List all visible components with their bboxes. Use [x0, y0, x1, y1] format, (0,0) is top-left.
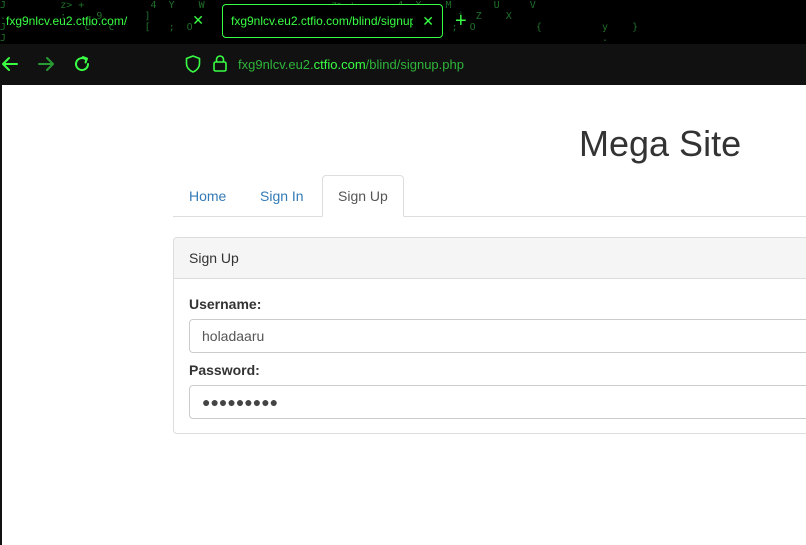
navigation-toolbar: fxg9nlcv.eu2.ctfio.com/blind/signup.php: [0, 44, 806, 85]
tab-title: fxg9nlcv.eu2.ctfio.com/blind/signup: [231, 14, 413, 28]
lock-icon[interactable]: [212, 54, 228, 73]
back-button[interactable]: [0, 54, 20, 74]
tab-signin-link[interactable]: Sign In: [260, 175, 304, 216]
tab-strip: J z> + 4 Y W z> + 4 X M U V . : 9 ] : 9 …: [0, 0, 806, 44]
close-tab-icon[interactable]: ✕: [422, 13, 434, 30]
url-path: /blind/signup.php: [365, 57, 464, 72]
page-content: Mega Site Home Sign In Sign Up Sign Up U…: [0, 85, 806, 545]
tab-signup-link[interactable]: Sign Up: [322, 175, 404, 217]
password-label: Password:: [189, 362, 260, 378]
forward-button[interactable]: [36, 54, 56, 74]
shield-icon[interactable]: [185, 55, 201, 73]
address-bar[interactable]: fxg9nlcv.eu2.ctfio.com/blind/signup.php: [238, 57, 464, 72]
page-title: Mega Site: [579, 123, 742, 164]
panel-heading: Sign Up: [174, 238, 806, 279]
arrow-left-icon: [2, 57, 18, 71]
new-tab-button[interactable]: +: [455, 11, 467, 31]
arrow-right-icon: [38, 57, 54, 71]
close-tab-icon[interactable]: ✕: [192, 12, 204, 29]
username-input[interactable]: holadaaru: [189, 319, 806, 353]
username-label: Username:: [189, 296, 262, 312]
signup-panel: Sign Up Username: holadaaru Password: ●●…: [173, 237, 806, 434]
tab-title: fxg9nlcv.eu2.ctfio.com/: [6, 14, 128, 28]
password-input[interactable]: ●●●●●●●●●: [189, 385, 806, 419]
tab-signup[interactable]: fxg9nlcv.eu2.ctfio.com/blind/signup ✕: [222, 4, 443, 38]
nav-tabs: Home Sign In Sign Up: [173, 175, 806, 217]
reload-button[interactable]: [72, 54, 92, 74]
url-domain: ctfio.com: [313, 57, 366, 72]
reload-icon: [75, 56, 90, 72]
tab-home[interactable]: fxg9nlcv.eu2.ctfio.com/ ✕: [0, 4, 212, 38]
tab-home-link[interactable]: Home: [189, 175, 226, 216]
url-prefix: fxg9nlcv.eu2.: [238, 57, 314, 72]
